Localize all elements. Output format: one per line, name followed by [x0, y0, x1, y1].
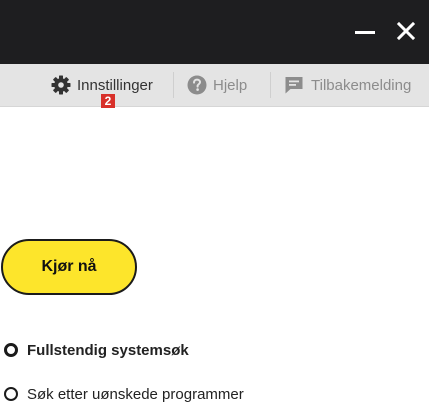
question-circle-icon — [187, 75, 207, 95]
settings-label: Innstillinger — [77, 76, 153, 94]
unwanted-programs-scan-label: Søk etter uønskede programmer — [27, 385, 244, 403]
toolbar: Innstillinger Hjelp Tilbakemelding — [0, 64, 429, 107]
step-number-badge: 2 — [101, 94, 115, 108]
feedback-label: Tilbakemelding — [311, 76, 412, 94]
toolbar-divider — [173, 72, 174, 98]
feedback-button[interactable]: Tilbakemelding — [284, 72, 411, 98]
close-icon — [396, 21, 416, 41]
full-system-scan-label: Fullstendig systemsøk — [27, 341, 189, 359]
minimize-button[interactable] — [348, 14, 382, 48]
help-button[interactable]: Hjelp — [187, 72, 247, 98]
app-window: Innstillinger Hjelp Tilbakemelding 2 Kjø… — [0, 0, 429, 404]
radio-unselected-icon[interactable] — [4, 387, 18, 401]
full-system-scan-option[interactable]: Fullstendig systemsøk — [4, 340, 189, 360]
minimize-icon — [355, 31, 375, 34]
radio-selected-icon[interactable] — [4, 343, 18, 357]
help-label: Hjelp — [213, 76, 248, 94]
gear-icon — [51, 75, 71, 95]
run-now-button[interactable]: Kjør nå — [1, 239, 137, 295]
chat-bubble-icon — [285, 77, 303, 94]
title-bar — [0, 0, 429, 64]
toolbar-divider — [270, 72, 271, 98]
unwanted-programs-scan-option[interactable]: Søk etter uønskede programmer — [4, 384, 244, 404]
close-button[interactable] — [389, 14, 423, 48]
